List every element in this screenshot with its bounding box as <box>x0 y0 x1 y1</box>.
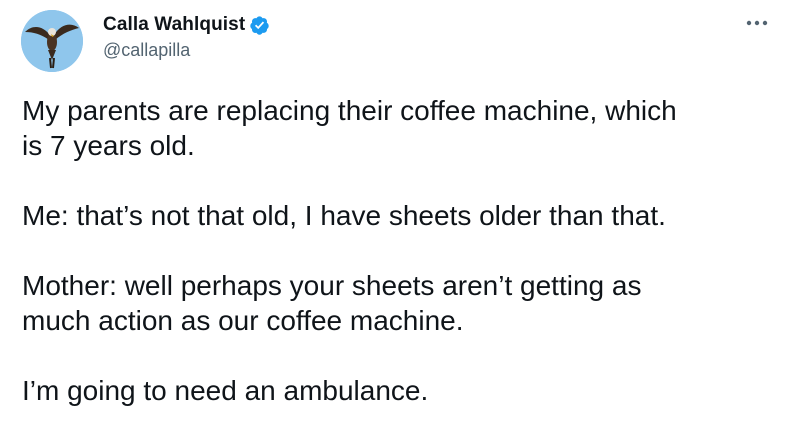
tweet-line: much action as our coffee machine. <box>22 305 464 336</box>
tweet-paragraph: I’m going to need an ambulance. <box>22 373 772 408</box>
author-display-name[interactable]: Calla Wahlquist <box>103 14 245 36</box>
tweet-paragraph: Mother: well perhaps your sheets aren’t … <box>22 268 772 338</box>
bird-in-flight-avatar-icon <box>21 10 83 72</box>
verified-badge-icon <box>249 15 270 36</box>
tweet-line: Me: that’s not that old, I have sheets o… <box>22 200 666 231</box>
more-options-button[interactable] <box>742 12 772 34</box>
author-handle[interactable]: @callapilla <box>103 40 270 61</box>
name-row: Calla Wahlquist <box>103 13 270 37</box>
tweet-line: I’m going to need an ambulance. <box>22 375 429 406</box>
author-avatar[interactable] <box>21 10 83 72</box>
tweet-text: My parents are replacing their coffee ma… <box>22 93 772 408</box>
tweet-card: Calla Wahlquist @callapilla My parents a… <box>0 0 788 428</box>
tweet-line: My parents are replacing their coffee ma… <box>22 95 677 126</box>
author-info: Calla Wahlquist @callapilla <box>103 13 270 61</box>
tweet-paragraph: My parents are replacing their coffee ma… <box>22 93 772 163</box>
tweet-line: Mother: well perhaps your sheets aren’t … <box>22 270 642 301</box>
tweet-line: is 7 years old. <box>22 130 195 161</box>
more-horizontal-icon <box>746 20 768 26</box>
tweet-paragraph: Me: that’s not that old, I have sheets o… <box>22 198 772 233</box>
